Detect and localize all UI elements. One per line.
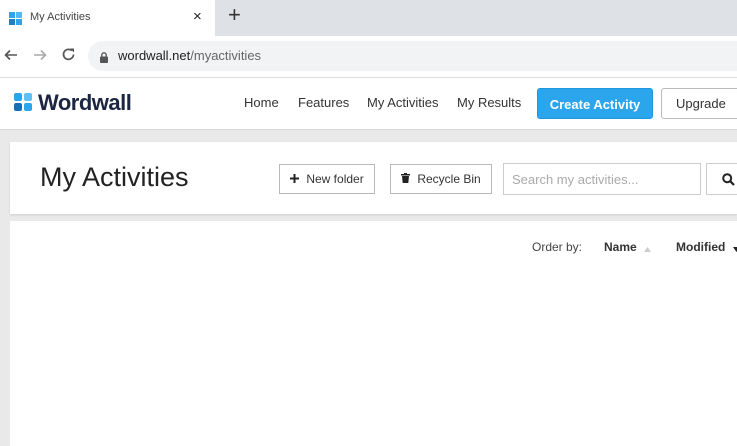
nav-my-results[interactable]: My Results xyxy=(457,95,521,110)
nav-my-activities[interactable]: My Activities xyxy=(367,95,439,110)
page-title: My Activities xyxy=(40,162,189,192)
sort-down-icon xyxy=(732,241,737,255)
tab-title: My Activities xyxy=(30,11,91,23)
address-bar: wordwall.net/myactivities xyxy=(0,36,737,78)
plus-icon xyxy=(290,172,302,186)
close-tab-icon[interactable]: × xyxy=(193,8,202,26)
wordwall-logo-icon xyxy=(14,93,33,112)
sort-up-icon xyxy=(644,241,652,255)
activities-toolbar-panel: My Activities New folder Recycle Bin xyxy=(10,142,737,214)
nav-features[interactable]: Features xyxy=(298,95,349,110)
new-tab-icon[interactable]: + xyxy=(228,4,241,26)
logo-text: Wordwall xyxy=(38,90,132,115)
site-header: Wordwall Home Features My Activities My … xyxy=(0,78,737,130)
url-host: wordwall.net xyxy=(118,48,191,63)
search-button[interactable] xyxy=(706,163,737,195)
tab-strip xyxy=(215,0,737,36)
new-folder-button[interactable]: New folder xyxy=(279,164,375,194)
recycle-bin-button[interactable]: Recycle Bin xyxy=(390,164,492,194)
new-folder-label: New folder xyxy=(306,172,364,186)
back-icon[interactable] xyxy=(4,47,18,65)
url-text: wordwall.net/myactivities xyxy=(118,48,261,63)
wordwall-favicon-icon xyxy=(9,12,23,26)
url-path: /myactivities xyxy=(190,48,262,63)
forward-icon[interactable] xyxy=(33,47,47,65)
trash-icon xyxy=(401,172,413,186)
lock-icon xyxy=(100,50,108,63)
browser-tab[interactable]: My Activities × xyxy=(0,0,215,36)
activities-list-panel: Order by: Name Modified xyxy=(10,221,737,446)
url-omnibox[interactable]: wordwall.net/myactivities xyxy=(88,41,737,71)
sort-by-modified[interactable]: Modified xyxy=(676,240,737,255)
order-by-label: Order by: xyxy=(532,240,583,254)
sort-modified-label: Modified xyxy=(676,240,726,254)
create-activity-button[interactable]: Create Activity xyxy=(537,88,653,119)
sort-by-name[interactable]: Name xyxy=(604,240,652,255)
reload-icon[interactable] xyxy=(61,47,76,65)
sort-name-label: Name xyxy=(604,240,637,254)
recycle-bin-label: Recycle Bin xyxy=(417,172,481,186)
search-icon xyxy=(722,173,735,191)
nav-home[interactable]: Home xyxy=(244,95,279,110)
search-input[interactable] xyxy=(503,163,701,195)
upgrade-button[interactable]: Upgrade xyxy=(661,88,737,119)
browser-tab-bar: My Activities × + xyxy=(0,0,737,36)
